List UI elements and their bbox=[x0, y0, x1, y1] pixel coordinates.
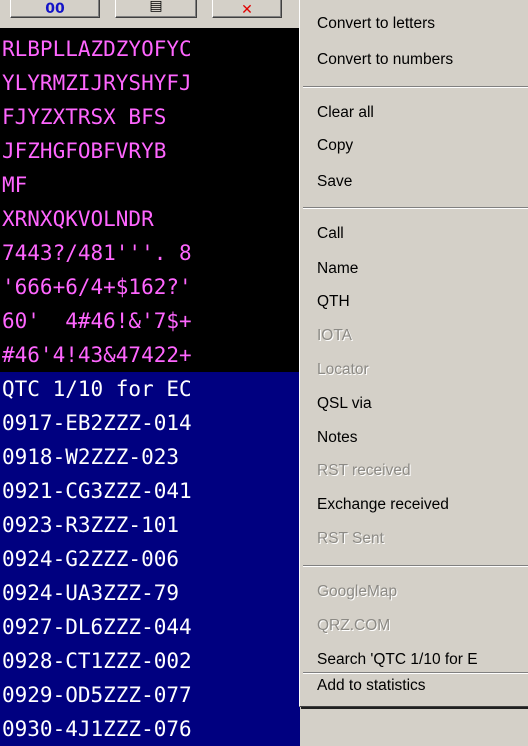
selected-text-line: 0924-UA3ZZZ-79 bbox=[0, 576, 300, 610]
context-menu: Convert to letters Convert to numbers Cl… bbox=[299, 0, 528, 707]
menu-separator bbox=[303, 86, 528, 88]
selected-text-line: 0929-OD5ZZZ-077 bbox=[0, 678, 300, 712]
text-line: YLYRMZIJRYSHYFJ bbox=[0, 66, 300, 100]
close-icon: ✕ bbox=[241, 2, 253, 18]
text-line: 7443?/481'''. 8 bbox=[0, 236, 300, 270]
menu-item-rst-sent: RST Sent bbox=[317, 530, 384, 547]
menu-item-locator: Locator bbox=[317, 361, 369, 378]
menu-item-googlemap: GoogleMap bbox=[317, 583, 398, 600]
decoded-text-area[interactable]: RLBPLLAZDZYOFYC YLYRMZIJRYSHYFJ FJYZXTRSX … bbox=[0, 28, 300, 746]
menu-item-clear-all[interactable]: Clear all bbox=[317, 98, 528, 128]
menu-item-add-statistics[interactable]: Add to statistics bbox=[317, 671, 528, 701]
menu-item-iota: IOTA bbox=[317, 327, 353, 344]
toolbar: 00 ▤ ✕ bbox=[0, 0, 300, 28]
text-line: 60' 4#46!&'7$+ bbox=[0, 304, 300, 338]
menu-separator bbox=[303, 565, 528, 567]
selected-text-line: 0928-CT1ZZZ-002 bbox=[0, 644, 300, 678]
menu-item-qrz: QRZ.COM bbox=[317, 617, 391, 634]
menu-item-name[interactable]: Name bbox=[317, 254, 528, 284]
text-line: #46'4!43&47422+ bbox=[0, 338, 300, 372]
selected-text-line: 0930-4J1ZZZ-076 bbox=[0, 712, 300, 746]
selected-text-line: 0921-CG3ZZZ-041 bbox=[0, 474, 300, 508]
toolbar-button-1-label: 00 bbox=[45, 1, 65, 17]
menu-item-call[interactable]: Call bbox=[317, 219, 528, 249]
list-icon: ▤ bbox=[149, 0, 163, 14]
selected-text-line: 0918-W2ZZZ-023 bbox=[0, 440, 300, 474]
selected-text-line: QTC 1/10 for EC bbox=[0, 372, 300, 406]
selected-text-line: 0923-R3ZZZ-101 bbox=[0, 508, 300, 542]
menu-item-exchange-received[interactable]: Exchange received bbox=[317, 490, 528, 520]
menu-item-notes[interactable]: Notes bbox=[317, 423, 528, 453]
selected-text-line: 0917-EB2ZZZ-014 bbox=[0, 406, 300, 440]
selected-text-line: 0924-G2ZZZ-006 bbox=[0, 542, 300, 576]
toolbar-button-1[interactable]: 00 bbox=[10, 0, 100, 18]
menu-separator bbox=[303, 207, 528, 209]
toolbar-button-3[interactable]: ✕ bbox=[212, 0, 282, 18]
text-line: JFZHGFOBFVRYB bbox=[0, 134, 300, 168]
menu-item-copy[interactable]: Copy bbox=[317, 131, 528, 161]
text-line: RLBPLLAZDZYOFYC bbox=[0, 32, 300, 66]
menu-item-qsl-via[interactable]: QSL via bbox=[317, 389, 528, 419]
text-line: '666+6/4+$162?' bbox=[0, 270, 300, 304]
menu-item-save[interactable]: Save bbox=[317, 167, 528, 197]
text-line: FJYZXTRSX BFS bbox=[0, 100, 300, 134]
text-line: MF bbox=[0, 168, 300, 202]
menu-item-convert-letters[interactable]: Convert to letters bbox=[317, 9, 528, 39]
menu-item-rst-received: RST received bbox=[317, 462, 411, 479]
selected-text-line: 0927-DL6ZZZ-044 bbox=[0, 610, 300, 644]
menu-item-qth[interactable]: QTH bbox=[317, 287, 528, 317]
text-line: XRNXQKVOLNDR bbox=[0, 202, 300, 236]
menu-item-convert-numbers[interactable]: Convert to numbers bbox=[317, 45, 528, 75]
toolbar-button-2[interactable]: ▤ bbox=[115, 0, 197, 18]
